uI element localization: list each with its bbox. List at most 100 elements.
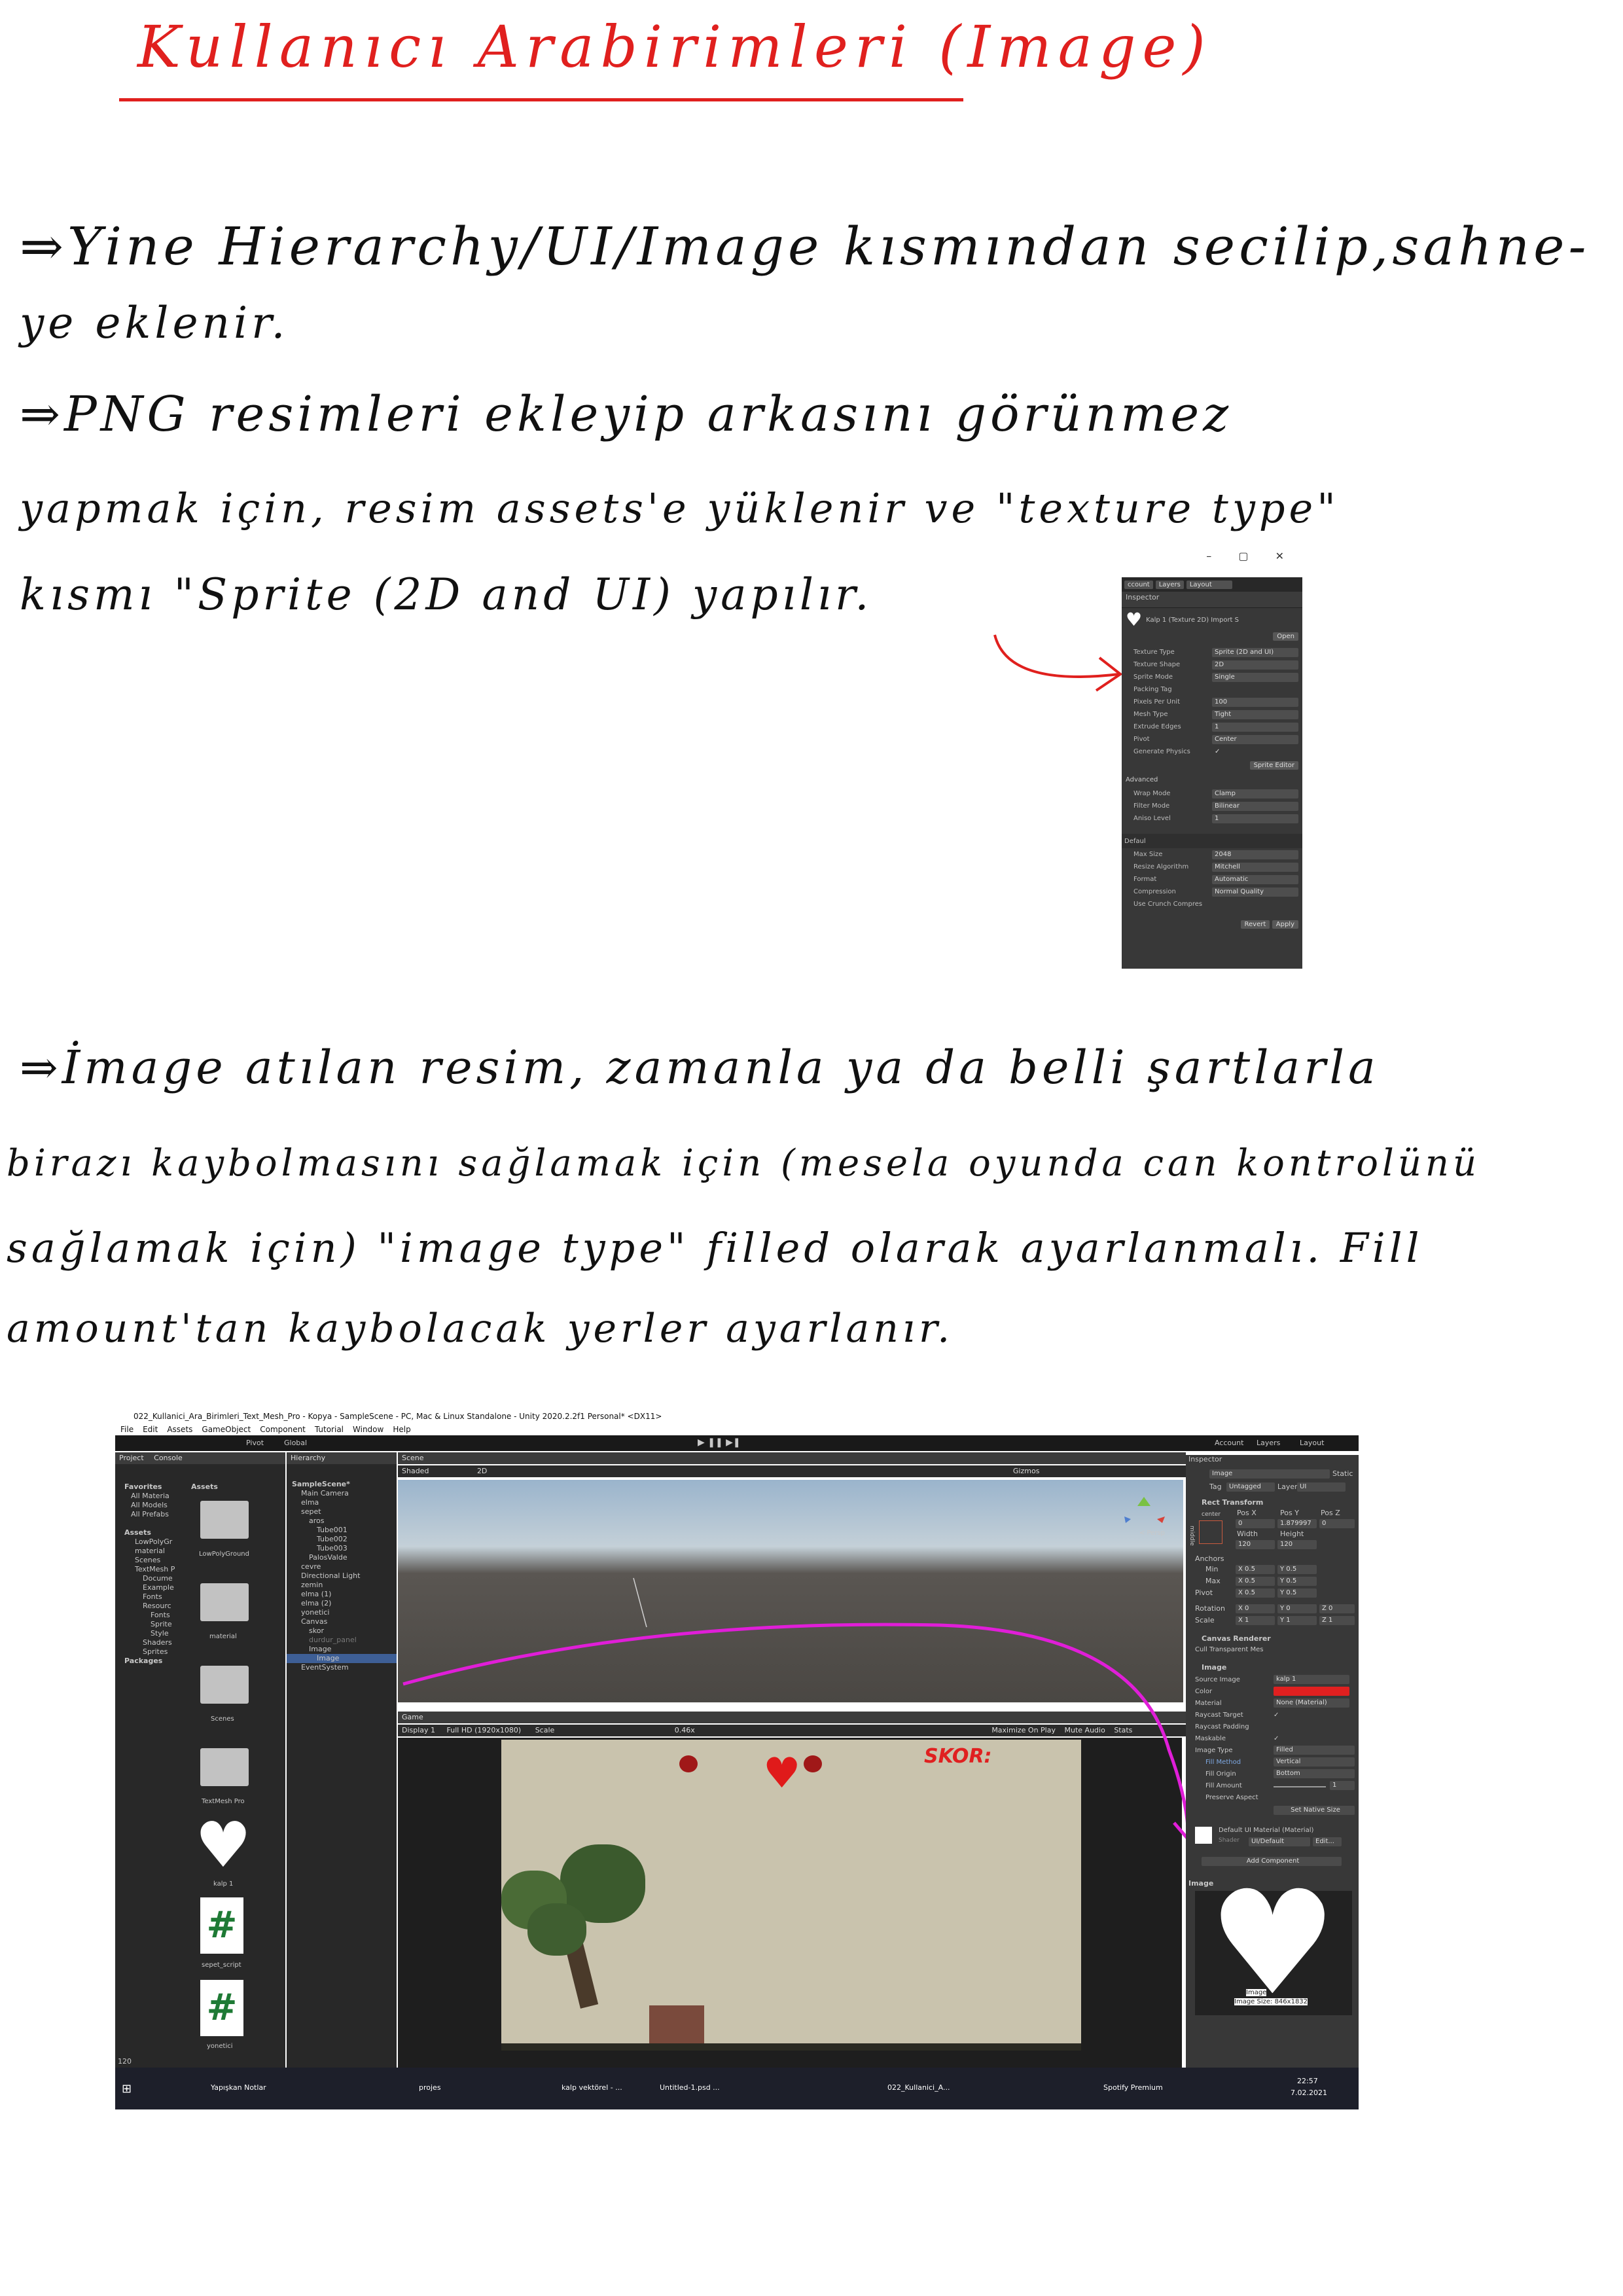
- asset-folder[interactable]: Scenes: [135, 1556, 160, 1564]
- anchor-min-x[interactable]: X 0.5: [1236, 1565, 1275, 1574]
- tab-inspector[interactable]: Inspector: [1188, 1455, 1222, 1463]
- advanced-foldout[interactable]: Advanced: [1122, 772, 1302, 787]
- folder-icon[interactable]: [200, 1748, 249, 1786]
- hierarchy-item[interactable]: Image: [287, 1645, 397, 1654]
- resize-algorithm-select[interactable]: Mitchell: [1212, 862, 1298, 872]
- layers-dropdown[interactable]: Layers: [1257, 1439, 1280, 1447]
- generate-physics-checkbox[interactable]: ✓: [1212, 747, 1298, 757]
- menu-window[interactable]: Window: [353, 1424, 383, 1435]
- anchor-max-y[interactable]: Y 0.5: [1277, 1577, 1317, 1586]
- source-image-field[interactable]: kalp 1: [1274, 1675, 1349, 1684]
- asset-folder[interactable]: Fonts: [151, 1611, 170, 1619]
- raycast-target-checkbox[interactable]: ✓: [1274, 1712, 1279, 1719]
- asset-folder[interactable]: Sprite: [151, 1620, 172, 1628]
- scale-x[interactable]: X 1: [1236, 1616, 1275, 1625]
- shading-mode-dropdown[interactable]: Shaded: [402, 1467, 429, 1475]
- pivot-x[interactable]: X 0.5: [1236, 1588, 1275, 1598]
- posz-field[interactable]: 0: [1319, 1519, 1355, 1528]
- game-view[interactable]: SKOR: ♥: [501, 1740, 1081, 2051]
- hierarchy-item[interactable]: zemin: [287, 1581, 397, 1590]
- image-type-dropdown[interactable]: Filled: [1274, 1746, 1355, 1755]
- tab-project[interactable]: Project: [119, 1454, 144, 1462]
- hierarchy-item[interactable]: Main Camera: [287, 1489, 397, 1498]
- anchor-min-y[interactable]: Y 0.5: [1277, 1565, 1317, 1574]
- height-field[interactable]: 120: [1277, 1540, 1317, 1549]
- menu-assets[interactable]: Assets: [167, 1424, 192, 1435]
- asset-folder[interactable]: Shaders: [143, 1638, 172, 1647]
- taskbar-app[interactable]: projes: [419, 2083, 441, 2092]
- display-dropdown[interactable]: Display 1: [402, 1726, 435, 1734]
- hierarchy-item[interactable]: PalosValde: [287, 1553, 397, 1562]
- set-native-size-button[interactable]: Set Native Size: [1274, 1806, 1355, 1815]
- anchor-preset-icon[interactable]: [1199, 1520, 1222, 1544]
- tab-console[interactable]: Console: [154, 1454, 183, 1462]
- revert-button[interactable]: Revert: [1240, 920, 1270, 929]
- canvas-renderer-header[interactable]: Canvas Renderer: [1202, 1634, 1271, 1643]
- image-component-header[interactable]: Image: [1202, 1663, 1226, 1672]
- cull-transparent-checkbox[interactable]: Cull Transparent Mes: [1195, 1646, 1263, 1653]
- material-field[interactable]: None (Material): [1274, 1698, 1349, 1708]
- asset-folder[interactable]: Style: [151, 1629, 169, 1638]
- folder-icon[interactable]: [200, 1501, 249, 1539]
- mesh-type-select[interactable]: Tight: [1212, 709, 1298, 719]
- hierarchy-item[interactable]: yonetici: [287, 1608, 397, 1617]
- menu-component[interactable]: Component: [260, 1424, 306, 1435]
- pivot-select[interactable]: Center: [1212, 734, 1298, 744]
- gizmos-dropdown[interactable]: Gizmos: [1013, 1467, 1040, 1475]
- script-icon[interactable]: #: [200, 1980, 243, 2036]
- hierarchy-item[interactable]: EventSystem: [287, 1663, 397, 1672]
- max-size-select[interactable]: 2048: [1212, 850, 1298, 859]
- asset-folder[interactable]: TextMesh P: [135, 1565, 175, 1573]
- hierarchy-item[interactable]: elma (1): [287, 1590, 397, 1599]
- hierarchy-item[interactable]: elma (2): [287, 1599, 397, 1608]
- rect-transform-header[interactable]: Rect Transform: [1202, 1498, 1263, 1507]
- menu-tutorial[interactable]: Tutorial: [315, 1424, 344, 1435]
- layout-dropdown[interactable]: Layout: [1186, 580, 1232, 589]
- pixels-per-unit-field[interactable]: 100: [1212, 697, 1298, 707]
- assets-root[interactable]: Assets: [124, 1528, 151, 1537]
- scale-z[interactable]: Z 1: [1319, 1616, 1355, 1625]
- favorites-label[interactable]: Favorites: [124, 1482, 162, 1491]
- apply-button[interactable]: Apply: [1272, 920, 1298, 929]
- hierarchy-item[interactable]: SampleScene*: [287, 1480, 397, 1489]
- asset-folder[interactable]: Docume: [143, 1574, 173, 1583]
- hierarchy-item[interactable]: elma: [287, 1498, 397, 1507]
- favorite-item[interactable]: All Materia: [131, 1492, 169, 1500]
- mute-toggle[interactable]: Mute Audio: [1065, 1726, 1105, 1734]
- width-field[interactable]: 120: [1236, 1540, 1275, 1549]
- platform-default-tab[interactable]: Defaul: [1124, 838, 1146, 845]
- edit-shader-button[interactable]: Edit...: [1313, 1837, 1342, 1846]
- tag-dropdown[interactable]: Untagged: [1226, 1482, 1275, 1492]
- hierarchy-item[interactable]: sepet: [287, 1507, 397, 1516]
- hierarchy-item[interactable]: Tube003: [287, 1544, 397, 1553]
- hierarchy-item[interactable]: Directional Light: [287, 1571, 397, 1581]
- hierarchy-item[interactable]: cevre: [287, 1562, 397, 1571]
- rotation-y[interactable]: Y 0: [1277, 1604, 1317, 1613]
- scale-y[interactable]: Y 1: [1277, 1616, 1317, 1625]
- asset-folder[interactable]: LowPolyGr: [135, 1537, 172, 1546]
- taskbar-app[interactable]: Spotify Premium: [1103, 2083, 1163, 2092]
- scale-value[interactable]: 0.46x: [675, 1726, 695, 1734]
- hierarchy-item[interactable]: aros: [287, 1516, 397, 1526]
- anchor-max-x[interactable]: X 0.5: [1236, 1577, 1275, 1586]
- hierarchy-item[interactable]: skor: [287, 1626, 397, 1636]
- open-button[interactable]: Open: [1273, 632, 1298, 641]
- menu-file[interactable]: File: [120, 1424, 134, 1435]
- texture-shape-select[interactable]: 2D: [1212, 660, 1298, 670]
- account-dropdown[interactable]: Account: [1215, 1439, 1243, 1447]
- taskbar-app[interactable]: 022_Kullanici_A...: [887, 2083, 950, 2092]
- rotation-x[interactable]: X 0: [1236, 1604, 1275, 1613]
- asset-folder[interactable]: Resourc: [143, 1602, 171, 1610]
- stats-toggle[interactable]: Stats: [1114, 1726, 1132, 1734]
- color-field[interactable]: [1274, 1687, 1349, 1696]
- tab-inspector[interactable]: Inspector: [1122, 592, 1302, 608]
- script-icon[interactable]: #: [200, 1897, 243, 1954]
- fill-origin-dropdown[interactable]: Bottom: [1274, 1769, 1355, 1778]
- favorite-item[interactable]: All Prefabs: [131, 1510, 169, 1518]
- sprite-editor-button[interactable]: Sprite Editor: [1249, 761, 1298, 770]
- taskbar-app[interactable]: kalp vektörel - ...: [562, 2083, 622, 2092]
- shader-dropdown[interactable]: UI/Default: [1249, 1837, 1310, 1846]
- posx-field[interactable]: 0: [1236, 1519, 1275, 1528]
- packages-root[interactable]: Packages: [124, 1657, 162, 1665]
- posy-field[interactable]: 1.879997: [1277, 1519, 1317, 1528]
